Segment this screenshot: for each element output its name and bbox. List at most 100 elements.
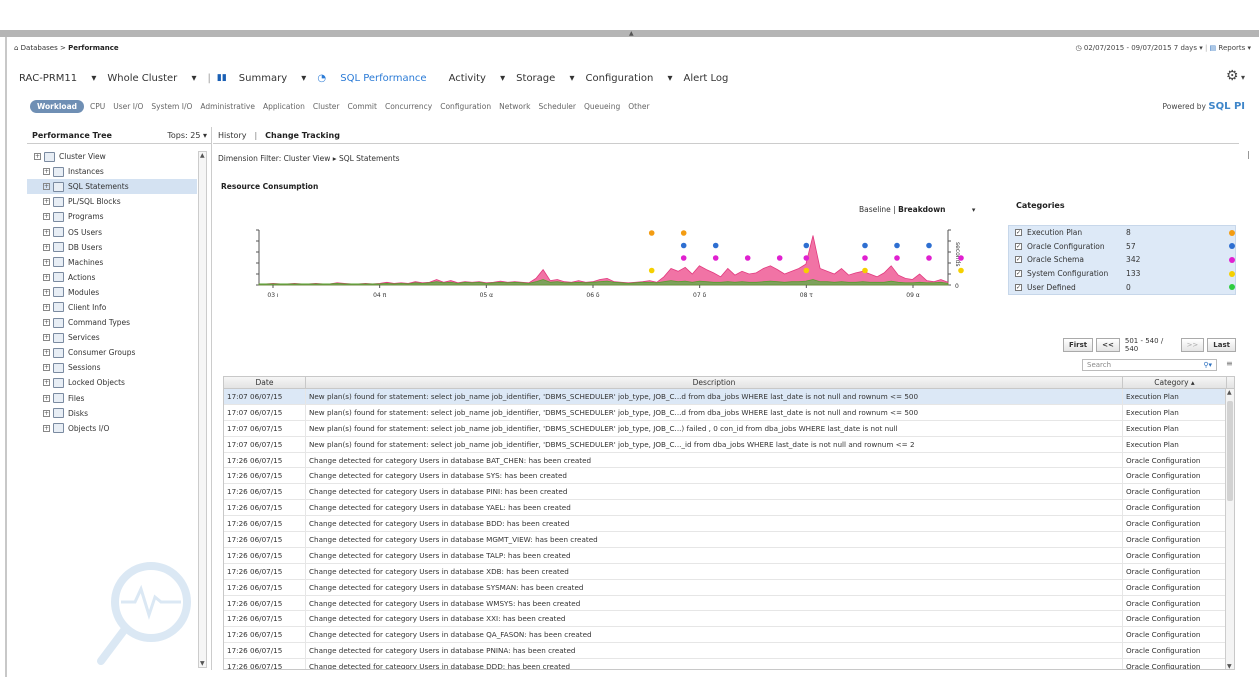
grid-scroll-thumb[interactable] bbox=[1227, 401, 1233, 501]
tree-item-label[interactable]: Objects I/O bbox=[68, 424, 109, 433]
nav-activity[interactable]: Activity ▾ bbox=[449, 73, 506, 84]
bar-chart-icon[interactable]: ▮▮ bbox=[217, 73, 227, 83]
category-row[interactable]: ✓ Oracle Configuration 57 bbox=[1009, 240, 1235, 254]
expand-icon[interactable]: + bbox=[43, 349, 50, 357]
tree-item-label[interactable]: Files bbox=[68, 394, 84, 403]
category-checkbox[interactable]: ✓ bbox=[1015, 283, 1022, 291]
category-checkbox[interactable]: ✓ bbox=[1015, 229, 1022, 237]
column-description[interactable]: Description bbox=[306, 377, 1123, 388]
column-options-icon[interactable]: ≡ bbox=[1226, 359, 1233, 368]
tree-item-label[interactable]: Disks bbox=[68, 409, 88, 418]
tab-system-io[interactable]: System I/O bbox=[151, 102, 192, 111]
prev-page-button[interactable]: << bbox=[1096, 338, 1120, 352]
date-range-selector[interactable]: ◷ 02/07/2015 - 09/07/2015 7 days ▾ | ▤ R… bbox=[1076, 44, 1251, 52]
expand-icon[interactable]: + bbox=[43, 394, 50, 402]
expand-icon[interactable]: + bbox=[43, 303, 50, 311]
nav-sql-performance[interactable]: ◔ SQL Performance bbox=[317, 73, 437, 84]
gear-icon[interactable]: ⚙ ▾ bbox=[1226, 68, 1245, 84]
table-row[interactable]: 17:26 06/07/15 Change detected for catego… bbox=[224, 563, 1234, 580]
tree-item[interactable]: + Programs bbox=[27, 209, 197, 224]
breakdown-dropdown-icon[interactable]: ▾ bbox=[972, 206, 976, 214]
expand-icon[interactable]: + bbox=[43, 168, 50, 176]
date-range-text[interactable]: 02/07/2015 - 09/07/2015 7 days bbox=[1084, 44, 1197, 52]
tree-scrollbar[interactable]: ▲ ▼ bbox=[198, 151, 207, 668]
category-checkbox[interactable]: ✓ bbox=[1015, 270, 1022, 278]
tree-item-label[interactable]: Consumer Groups bbox=[68, 348, 135, 357]
db-selector-label[interactable]: RAC-PRM11 bbox=[19, 73, 77, 84]
tree-item[interactable]: + OS Users bbox=[27, 224, 197, 239]
table-row[interactable]: 17:26 06/07/15 Change detected for catego… bbox=[224, 659, 1234, 669]
nav-storage-label[interactable]: Storage bbox=[516, 73, 555, 84]
nav-activity-label[interactable]: Activity bbox=[449, 73, 486, 84]
tab-other[interactable]: Other bbox=[628, 102, 649, 111]
next-page-button[interactable]: >> bbox=[1180, 338, 1205, 352]
expand-icon[interactable]: + bbox=[43, 258, 50, 266]
table-row[interactable]: 17:07 06/07/15 New plan(s) found for stat… bbox=[224, 436, 1234, 453]
table-row[interactable]: 17:26 06/07/15 Change detected for catego… bbox=[224, 500, 1234, 517]
expand-icon[interactable]: + bbox=[43, 424, 50, 432]
category-row[interactable]: ✓ Execution Plan 8 bbox=[1009, 226, 1235, 240]
table-row[interactable]: 17:07 06/07/15 New plan(s) found for stat… bbox=[224, 404, 1234, 421]
expand-icon[interactable]: + bbox=[43, 213, 50, 221]
scope-selector-label[interactable]: Whole Cluster bbox=[107, 73, 177, 84]
table-row[interactable]: 17:07 06/07/15 New plan(s) found for stat… bbox=[224, 420, 1234, 437]
tree-item-label[interactable]: Cluster View bbox=[59, 152, 106, 161]
table-row[interactable]: 17:26 06/07/15 Change detected for catego… bbox=[224, 627, 1234, 644]
tree-item-label[interactable]: Instances bbox=[68, 167, 104, 176]
tab-administrative[interactable]: Administrative bbox=[200, 102, 255, 111]
first-page-button[interactable]: First bbox=[1063, 338, 1094, 352]
scroll-down-icon[interactable]: ▼ bbox=[200, 660, 205, 667]
tree-item-label[interactable]: Actions bbox=[68, 273, 95, 282]
search-input[interactable]: Search ⚲▾ bbox=[1082, 359, 1217, 371]
tree-item-label[interactable]: OS Users bbox=[68, 228, 102, 237]
nav-summary[interactable]: Summary ▾ bbox=[239, 73, 307, 84]
category-checkbox[interactable]: ✓ bbox=[1015, 256, 1022, 264]
table-row[interactable]: 17:26 06/07/15 Change detected for catego… bbox=[224, 484, 1234, 501]
table-row[interactable]: 17:26 06/07/15 Change detected for catego… bbox=[224, 452, 1234, 469]
category-row[interactable]: ✓ System Configuration 133 bbox=[1009, 267, 1235, 281]
table-row[interactable]: 17:26 06/07/15 Change detected for catego… bbox=[224, 595, 1234, 612]
grid-scrollbar[interactable]: ▲ ▼ bbox=[1225, 389, 1234, 669]
tree-item[interactable]: + Machines bbox=[27, 255, 197, 270]
tree-item-label[interactable]: Command Types bbox=[68, 318, 130, 327]
category-row[interactable]: ✓ User Defined 0 bbox=[1009, 280, 1235, 294]
reports-link[interactable]: Reports bbox=[1218, 44, 1245, 52]
expand-icon[interactable]: + bbox=[43, 319, 50, 327]
search-placeholder[interactable]: Search bbox=[1087, 361, 1111, 369]
nav-summary-label[interactable]: Summary bbox=[239, 73, 287, 84]
nav-sql-performance-label[interactable]: SQL Performance bbox=[340, 73, 426, 84]
column-date[interactable]: Date bbox=[224, 377, 306, 388]
tree-item-label[interactable]: Client Info bbox=[68, 303, 106, 312]
grid-scroll-down-icon[interactable]: ▼ bbox=[1227, 663, 1232, 669]
expand-icon[interactable]: + bbox=[43, 364, 50, 372]
tree-item[interactable]: + Command Types bbox=[27, 315, 197, 330]
tops-selector[interactable]: Tops: 25 ▾ bbox=[167, 131, 207, 140]
tree-item[interactable]: + Consumer Groups bbox=[27, 345, 197, 360]
tab-scheduler[interactable]: Scheduler bbox=[538, 102, 576, 111]
tree-item[interactable]: + Services bbox=[27, 330, 197, 345]
search-icon[interactable]: ⚲▾ bbox=[1203, 360, 1212, 370]
tree-item-label[interactable]: Locked Objects bbox=[68, 378, 125, 387]
tops-selector-label[interactable]: Tops: 25 bbox=[167, 131, 200, 140]
tree-item[interactable]: + Locked Objects bbox=[27, 375, 197, 390]
tab-network[interactable]: Network bbox=[499, 102, 530, 111]
column-category[interactable]: Category ▴ bbox=[1123, 377, 1227, 388]
tree-item[interactable]: + DB Users bbox=[27, 240, 197, 255]
tree-item-label[interactable]: Services bbox=[68, 333, 100, 342]
db-selector[interactable]: RAC-PRM11 ▾ bbox=[19, 73, 96, 84]
tree-item-label[interactable]: Machines bbox=[68, 258, 103, 267]
tree-item[interactable]: + SQL Statements bbox=[27, 179, 197, 195]
expand-icon[interactable]: + bbox=[43, 228, 50, 236]
table-row[interactable]: 17:26 06/07/15 Change detected for catego… bbox=[224, 468, 1234, 485]
tree-item[interactable]: + Instances bbox=[27, 164, 197, 179]
tree-item-label[interactable]: PL/SQL Blocks bbox=[68, 197, 121, 206]
collapse-caret-icon[interactable]: ▲ bbox=[629, 30, 634, 37]
scroll-up-icon[interactable]: ▲ bbox=[200, 152, 205, 159]
tree-item[interactable]: + Modules bbox=[27, 285, 197, 300]
nav-configuration[interactable]: Configuration ▾ bbox=[586, 73, 673, 84]
tree-item-label[interactable]: SQL Statements bbox=[68, 182, 129, 191]
breadcrumb-root[interactable]: Databases bbox=[21, 44, 58, 52]
expand-icon[interactable]: + bbox=[43, 198, 50, 206]
expand-icon[interactable]: + bbox=[43, 273, 50, 281]
tab-queueing[interactable]: Queueing bbox=[584, 102, 620, 111]
